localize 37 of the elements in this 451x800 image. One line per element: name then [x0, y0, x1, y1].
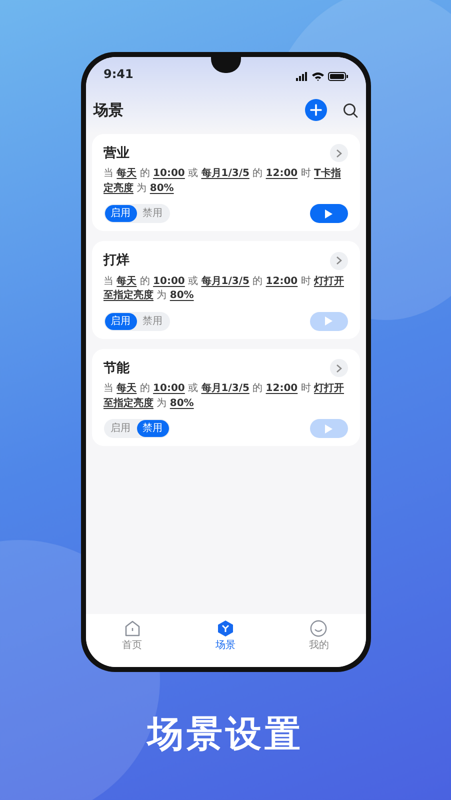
chevron-right-icon: [336, 148, 342, 158]
scene-condition: 当 每天 的 10:00 或 每月1/3/5 的 12:00 时 灯打开至指定亮度 为 80%: [104, 382, 345, 410]
status-time: 9:41: [104, 66, 134, 83]
battery-icon: [328, 72, 348, 80]
scene-title: 节能: [104, 360, 130, 378]
chevron-right-icon: [336, 256, 342, 266]
scene-condition: 当 每天 的 10:00 或 每月1/3/5 的 12:00 时 T卡指定亮度 为 80%: [104, 167, 342, 196]
toggle-option[interactable]: 启用: [104, 312, 136, 330]
chevron-button[interactable]: [330, 144, 348, 162]
chevron-button[interactable]: [330, 252, 348, 270]
chevron-button[interactable]: [330, 359, 348, 378]
toggle-option[interactable]: 禁用: [136, 312, 168, 330]
scene-condition: 当 每天 的 10:00 或 每月1/3/5 的 12:00 时 灯打开至指定亮度 为 80%: [104, 274, 345, 303]
scene-title: 营业: [104, 144, 130, 162]
smiley-icon: [310, 620, 328, 637]
search-icon[interactable]: [342, 102, 358, 118]
play-icon: [324, 424, 333, 434]
play-icon: [324, 316, 333, 326]
play-button[interactable]: [310, 204, 348, 223]
wifi-icon: [312, 72, 324, 80]
toggle-option[interactable]: 启用: [104, 420, 136, 437]
scene-icon: [216, 620, 234, 637]
toggle-option[interactable]: 启用: [104, 205, 136, 222]
home-icon: [124, 620, 141, 637]
plus-icon: [310, 104, 322, 116]
chevron-right-icon: [336, 364, 342, 373]
tab-item[interactable]: 首页: [122, 620, 142, 653]
scene-title: 打烊: [104, 252, 130, 270]
toggle-option[interactable]: 禁用: [136, 205, 168, 222]
page-title: 场景: [94, 100, 124, 121]
add-button[interactable]: [304, 99, 326, 122]
signal-icon: [296, 72, 308, 80]
play-icon: [324, 208, 333, 218]
caption-title: 场景设置: [148, 713, 304, 757]
toggle-option[interactable]: 禁用: [136, 420, 168, 437]
tab-item[interactable]: 我的: [308, 620, 329, 653]
tab-item[interactable]: 场景: [215, 620, 236, 653]
